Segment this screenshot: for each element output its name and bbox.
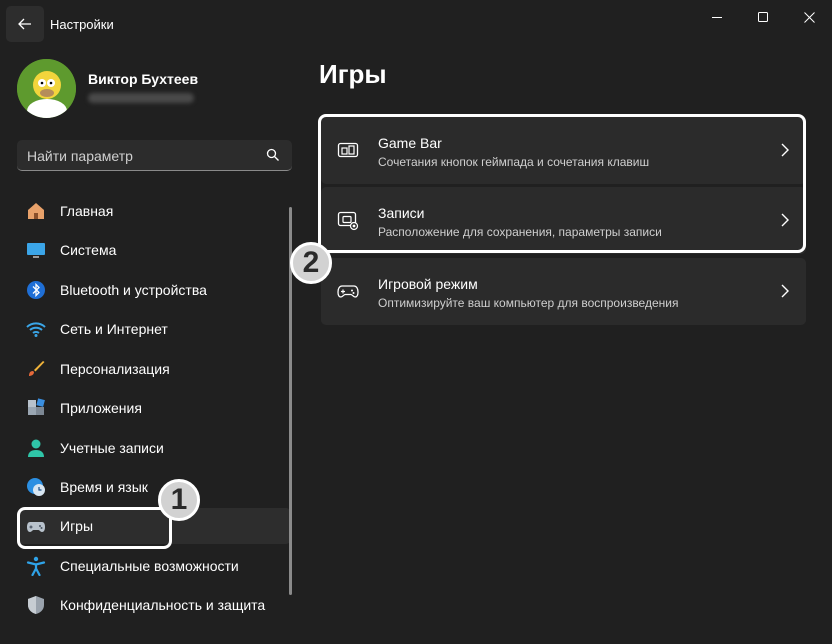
bluetooth-icon xyxy=(27,281,45,299)
settings-window: Настройки Виктор Бухтеев Найти параметр xyxy=(0,0,832,644)
search-box[interactable]: Найти параметр xyxy=(17,140,292,171)
sidebar-item-apps[interactable]: Приложения xyxy=(17,390,291,426)
step-badge-2: 2 xyxy=(290,242,332,284)
accessibility-icon xyxy=(26,556,46,576)
gamepad-icon xyxy=(337,285,359,298)
arrow-left-icon xyxy=(18,18,31,30)
game-mode-card[interactable]: Игровой режим Оптимизируйте ваш компьюте… xyxy=(321,258,806,325)
sidebar-item-label: Сеть и Интернет xyxy=(60,321,168,337)
avatar-image xyxy=(17,59,76,118)
sidebar-item-label: Приложения xyxy=(60,400,142,416)
sidebar-item-personalization[interactable]: Персонализация xyxy=(17,351,291,387)
step-badge-1: 1 xyxy=(158,479,200,521)
sidebar-item-label: Время и язык xyxy=(60,479,148,495)
sidebar-item-label: Главная xyxy=(60,203,114,219)
person-icon xyxy=(28,439,44,457)
sidebar-item-label: Конфиденциальность и защита xyxy=(60,597,266,613)
page-title: Игры xyxy=(319,59,387,89)
globe-clock-icon xyxy=(27,478,45,496)
sidebar-item-label: Персонализация xyxy=(60,361,170,377)
highlight-frame-gaming xyxy=(17,507,172,549)
search-input[interactable]: Найти параметр xyxy=(27,148,133,164)
avatar[interactable] xyxy=(17,59,76,118)
card-subtitle: Оптимизируйте ваш компьютер для воспроиз… xyxy=(378,296,679,310)
sidebar-item-label: Учетные записи xyxy=(60,440,164,456)
sidebar-item-system[interactable]: Система xyxy=(17,232,291,268)
sidebar-item-label: Специальные возможности xyxy=(60,558,239,574)
chevron-right-icon xyxy=(781,284,789,298)
sidebar-item-accounts[interactable]: Учетные записи xyxy=(17,430,291,466)
maximize-button[interactable] xyxy=(740,0,786,34)
maximize-icon xyxy=(757,11,768,22)
search-icon[interactable] xyxy=(266,148,280,162)
sidebar-item-privacy[interactable]: Конфиденциальность и защита xyxy=(17,587,291,623)
sidebar-item-label: Bluetooth и устройства xyxy=(60,282,207,298)
sidebar-item-accessibility[interactable]: Специальные возможности xyxy=(17,548,291,584)
minimize-icon xyxy=(711,16,722,18)
sidebar-item-label: Система xyxy=(60,242,117,258)
monitor-icon xyxy=(27,243,45,258)
window-title: Настройки xyxy=(50,17,114,32)
home-icon xyxy=(28,203,44,219)
sidebar-item-network[interactable]: Сеть и Интернет xyxy=(17,311,291,347)
card-title: Игровой режим xyxy=(378,276,478,292)
shield-icon xyxy=(28,596,44,614)
sidebar-item-bluetooth[interactable]: Bluetooth и устройства xyxy=(17,272,291,308)
highlight-frame-cards xyxy=(318,114,806,253)
brush-icon xyxy=(29,361,45,376)
sidebar-item-home[interactable]: Главная xyxy=(17,193,291,229)
minimize-button[interactable] xyxy=(694,0,740,34)
user-name: Виктор Бухтеев xyxy=(88,71,199,87)
user-email-blurred xyxy=(88,93,194,103)
sidebar-item-time-language[interactable]: Время и язык xyxy=(17,469,291,505)
back-button[interactable] xyxy=(6,6,44,42)
close-icon xyxy=(803,11,815,23)
close-button[interactable] xyxy=(786,0,832,34)
wifi-icon xyxy=(26,322,46,337)
apps-icon xyxy=(28,398,45,415)
title-bar: Настройки xyxy=(0,0,832,48)
